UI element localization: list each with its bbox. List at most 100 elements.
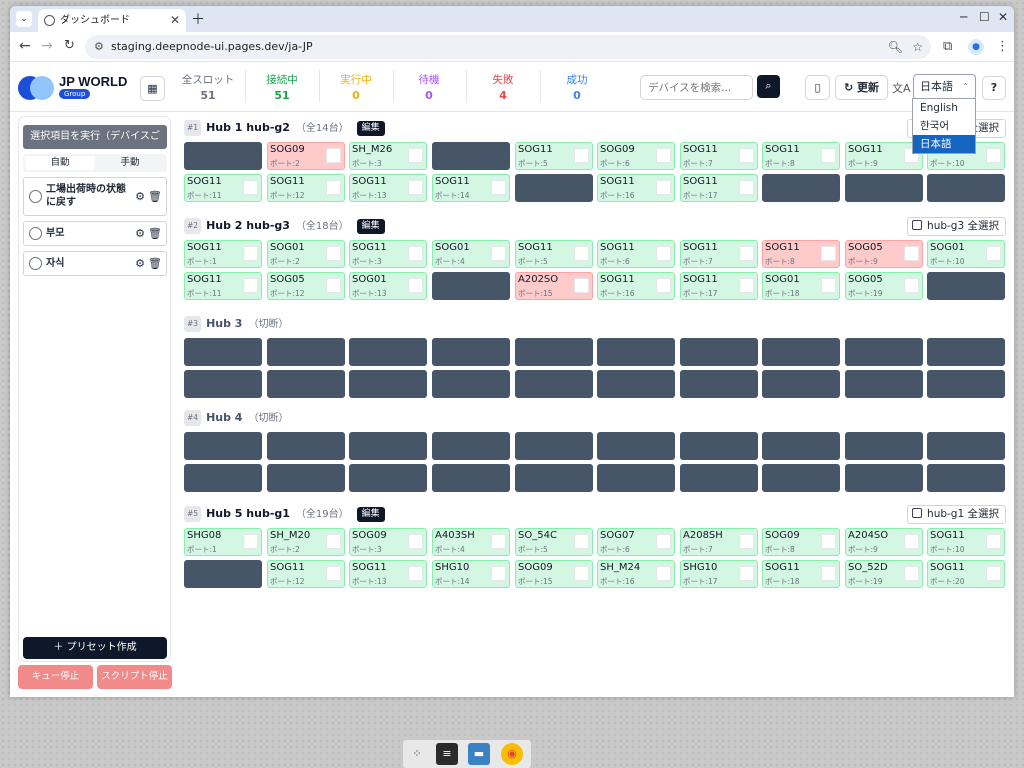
device-slot[interactable]: SH_M20 ポート:2 — [267, 528, 345, 556]
preset-radio[interactable] — [29, 227, 42, 240]
device-slot[interactable]: SOG11 ポート:16 — [597, 174, 675, 202]
device-checkbox[interactable] — [491, 246, 506, 261]
device-slot[interactable]: SOG11 ポート:7 — [680, 142, 758, 170]
device-checkbox[interactable] — [243, 180, 258, 195]
select-all-checkbox[interactable]: hub-g3 全選択 — [907, 217, 1006, 236]
empty-slot[interactable] — [680, 464, 758, 492]
device-checkbox[interactable] — [904, 246, 919, 261]
device-slot[interactable]: SOG11 ポート:8 — [762, 142, 840, 170]
device-slot[interactable]: SO_52D ポート:19 — [845, 560, 923, 588]
device-checkbox[interactable] — [326, 246, 341, 261]
empty-slot[interactable] — [432, 272, 510, 300]
language-select[interactable]: 日本語 ⌃ — [913, 74, 976, 100]
empty-slot[interactable] — [515, 338, 593, 366]
device-slot[interactable]: SOG09 ポート:8 — [762, 528, 840, 556]
empty-slot[interactable] — [267, 370, 345, 398]
device-checkbox[interactable] — [656, 278, 671, 293]
trash-icon[interactable]: 🗑︎ — [148, 227, 162, 240]
empty-slot[interactable] — [845, 432, 923, 460]
menu-icon[interactable]: ⋮ — [996, 39, 1009, 54]
device-checkbox[interactable] — [408, 534, 423, 549]
empty-slot[interactable] — [432, 338, 510, 366]
empty-slot[interactable] — [597, 432, 675, 460]
trash-icon[interactable]: 🗑︎ — [148, 190, 162, 203]
empty-slot[interactable] — [432, 142, 510, 170]
gear-icon[interactable]: ⚙ — [135, 190, 145, 203]
device-slot[interactable]: SOG11 ポート:20 — [927, 560, 1005, 588]
empty-slot[interactable] — [349, 370, 427, 398]
device-slot[interactable]: SOG11 ポート:17 — [680, 174, 758, 202]
device-slot[interactable]: SOG05 ポート:19 — [845, 272, 923, 300]
device-checkbox[interactable] — [408, 246, 423, 261]
empty-slot[interactable] — [927, 272, 1005, 300]
device-slot[interactable]: SOG11 ポート:1 — [184, 240, 262, 268]
language-option[interactable]: English — [913, 99, 975, 117]
device-checkbox[interactable] — [739, 180, 754, 195]
minimize-icon[interactable]: ─ — [960, 10, 967, 24]
empty-slot[interactable] — [267, 464, 345, 492]
back-icon[interactable]: ← — [19, 38, 31, 54]
device-slot[interactable]: SH_M24 ポート:16 — [597, 560, 675, 588]
empty-slot[interactable] — [184, 338, 262, 366]
script-stop-button[interactable]: スクリプト停止 — [97, 665, 172, 689]
device-checkbox[interactable] — [243, 534, 258, 549]
device-slot[interactable]: SOG09 ポート:3 — [349, 528, 427, 556]
device-slot[interactable]: SOG01 ポート:4 — [432, 240, 510, 268]
device-slot[interactable]: SOG11 ポート:3 — [349, 240, 427, 268]
device-checkbox[interactable] — [656, 180, 671, 195]
empty-slot[interactable] — [515, 174, 593, 202]
empty-slot[interactable] — [349, 432, 427, 460]
empty-slot[interactable] — [184, 464, 262, 492]
empty-slot[interactable] — [184, 560, 262, 588]
empty-slot[interactable] — [845, 370, 923, 398]
empty-slot[interactable] — [349, 338, 427, 366]
empty-slot[interactable] — [927, 174, 1005, 202]
site-settings-icon[interactable]: ⚙ — [94, 35, 104, 59]
extensions-icon[interactable]: ⧉ — [943, 39, 952, 54]
gear-icon[interactable]: ⚙ — [135, 227, 145, 240]
device-checkbox[interactable] — [574, 148, 589, 163]
device-slot[interactable]: SOG11 ポート:5 — [515, 240, 593, 268]
empty-slot[interactable] — [515, 464, 593, 492]
device-slot[interactable]: SOG11 ポート:17 — [680, 272, 758, 300]
device-checkbox[interactable] — [408, 148, 423, 163]
device-checkbox[interactable] — [243, 278, 258, 293]
new-tab-button[interactable]: ＋ — [191, 9, 205, 29]
empty-slot[interactable] — [762, 370, 840, 398]
help-button[interactable]: ? — [982, 76, 1006, 100]
device-checkbox[interactable] — [739, 148, 754, 163]
queue-stop-button[interactable]: キュー停止 — [18, 665, 93, 689]
device-checkbox[interactable] — [408, 566, 423, 581]
device-slot[interactable]: SOG11 ポート:6 — [597, 240, 675, 268]
empty-slot[interactable] — [515, 370, 593, 398]
empty-slot[interactable] — [927, 432, 1005, 460]
device-checkbox[interactable] — [491, 566, 506, 581]
empty-slot[interactable] — [680, 432, 758, 460]
device-checkbox[interactable] — [326, 534, 341, 549]
device-search-input[interactable] — [640, 75, 753, 100]
folder-icon[interactable]: ▬ — [468, 743, 490, 765]
device-slot[interactable]: SOG01 ポート:18 — [762, 272, 840, 300]
device-checkbox[interactable] — [491, 534, 506, 549]
language-option[interactable]: 日本語 — [913, 135, 975, 153]
device-slot[interactable]: A208SH ポート:7 — [680, 528, 758, 556]
close-window-icon[interactable]: ✕ — [998, 10, 1008, 24]
device-slot[interactable]: SO_54C ポート:5 — [515, 528, 593, 556]
device-slot[interactable]: SOG11 ポート:16 — [597, 272, 675, 300]
gear-icon[interactable]: ⚙ — [135, 257, 145, 270]
device-slot[interactable]: SOG11 ポート:12 — [267, 560, 345, 588]
search-button[interactable]: ⌕ — [757, 75, 780, 98]
device-slot[interactable]: SOG11 ポート:13 — [349, 174, 427, 202]
empty-slot[interactable] — [432, 432, 510, 460]
device-checkbox[interactable] — [491, 180, 506, 195]
empty-slot[interactable] — [845, 338, 923, 366]
device-slot[interactable]: SOG01 ポート:2 — [267, 240, 345, 268]
empty-slot[interactable] — [267, 338, 345, 366]
tab-manual[interactable]: 手動 — [95, 156, 165, 170]
device-checkbox[interactable] — [326, 148, 341, 163]
empty-slot[interactable] — [762, 174, 840, 202]
device-checkbox[interactable] — [821, 246, 836, 261]
device-slot[interactable]: SOG11 ポート:8 — [762, 240, 840, 268]
terminal-icon[interactable]: ≡ — [436, 743, 458, 765]
device-checkbox[interactable] — [656, 534, 671, 549]
